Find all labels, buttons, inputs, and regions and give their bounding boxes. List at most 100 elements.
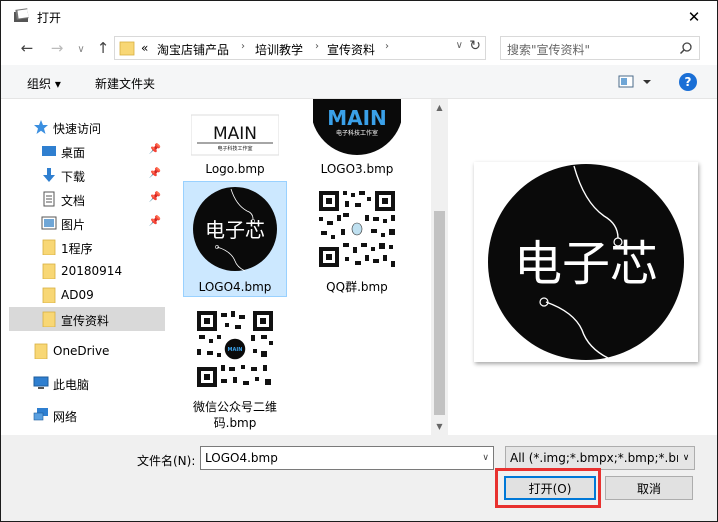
filename-value[interactable]: LOGO4.bmp — [205, 451, 278, 465]
desktop-icon — [42, 146, 56, 156]
file-name: QQ群.bmp — [326, 280, 388, 294]
sidebar-item-label: 网络 — [53, 410, 78, 424]
chevron-right-icon[interactable]: › — [241, 41, 245, 52]
title-bar: 打开 ✕ — [1, 1, 717, 32]
folder-icon — [42, 263, 56, 279]
preview-text: 电子芯 — [514, 236, 658, 292]
search-placeholder: 搜索"宣传资料" — [507, 43, 591, 57]
chevron-down-icon[interactable]: ∨ — [482, 453, 489, 463]
up-button[interactable]: ↑ — [93, 38, 113, 58]
sidebar-item-label: 1程序 — [61, 242, 93, 256]
preview-image: 电子芯 — [474, 162, 698, 362]
arrow-up-icon: ↑ — [96, 39, 110, 57]
close-icon: ✕ — [687, 7, 701, 26]
sidebar-item-this-pc[interactable]: 此电脑 — [9, 371, 165, 395]
scroll-up-icon[interactable]: ▲ — [431, 99, 448, 116]
thumbnail-image: MAIN 电子科技工作室 — [191, 114, 279, 156]
file-item[interactable]: MAIN 电子科技工作室 Logo.bmp — [183, 99, 287, 179]
folder-icon — [34, 343, 48, 359]
sidebar-item-label: AD09 — [61, 288, 94, 302]
filename-field[interactable]: LOGO4.bmp ∨ — [200, 446, 494, 470]
file-item-selected[interactable]: 电子芯 LOGO4.bmp — [183, 181, 287, 297]
sidebar-item-pictures[interactable]: 图片 📌 — [9, 211, 165, 235]
scrollbar-thumb[interactable] — [434, 211, 445, 415]
sidebar-item-quick-access[interactable]: 快速访问 — [9, 115, 165, 139]
thumbnail-text: MAIN — [228, 347, 243, 353]
pin-icon[interactable]: 📌 — [149, 144, 161, 155]
help-icon: ? — [684, 75, 692, 89]
cancel-button[interactable]: 取消 — [605, 476, 693, 500]
help-button[interactable]: ? — [679, 73, 697, 91]
sidebar-item-label: 此电脑 — [53, 378, 90, 392]
sidebar-item-label: 快速访问 — [53, 122, 102, 136]
back-button[interactable]: ← — [17, 38, 37, 58]
new-folder-button[interactable]: 新建文件夹 — [95, 75, 155, 92]
filename-label: 文件名(N): — [137, 454, 196, 468]
folder-icon — [42, 239, 56, 255]
bottom-panel: 文件名(N): LOGO4.bmp ∨ All (*.img;*.bmpx;*.… — [1, 435, 717, 521]
file-list: MAIN 电子科技工作室 Logo.bmp MAIN 电子科技工作室 LOGO3… — [165, 99, 431, 435]
breadcrumb-item[interactable]: 淘宝店铺产品 — [157, 41, 229, 58]
chevron-right-icon[interactable]: › — [315, 41, 319, 52]
command-bar: 组织 ▾ 新建文件夹 ? — [1, 65, 717, 99]
file-item[interactable]: MAIN 微信公众号二维码.bmp — [183, 301, 287, 435]
sidebar-item-label: 宣传资料 — [61, 314, 110, 328]
address-bar[interactable]: « 淘宝店铺产品 › 培训教学 › 宣传资料 › ∨ ↻ — [114, 36, 486, 60]
thumbnail-text: 电子科技工作室 — [217, 145, 252, 152]
pin-icon[interactable]: 📌 — [149, 216, 161, 227]
qr-code-icon: MAIN — [191, 305, 279, 393]
pin-icon[interactable]: 📌 — [149, 192, 161, 203]
folder-icon — [42, 311, 56, 327]
sidebar-item-folder[interactable]: 1程序 — [9, 235, 165, 259]
pin-icon[interactable]: 📌 — [149, 168, 161, 179]
network-icon — [33, 408, 48, 421]
sidebar-item-label: 下载 — [61, 170, 86, 184]
chevron-down-icon: ∨ — [77, 43, 85, 55]
thumbnail-image: MAIN 电子科技工作室 — [313, 99, 401, 155]
app-icon — [14, 8, 29, 22]
recent-locations-button[interactable]: ∨ — [71, 39, 91, 59]
sidebar-item-desktop[interactable]: 桌面 📌 — [9, 139, 165, 163]
refresh-icon[interactable]: ↻ — [469, 38, 481, 54]
folder-icon — [42, 287, 56, 303]
sidebar-item-folder[interactable]: AD09 — [9, 283, 165, 307]
search-input[interactable]: 搜索"宣传资料" — [500, 36, 700, 60]
breadcrumb-item[interactable]: 培训教学 — [255, 41, 303, 58]
file-name: LOGO3.bmp — [320, 162, 394, 176]
search-icon[interactable] — [679, 41, 693, 55]
chevron-down-icon[interactable]: ∨ — [678, 447, 694, 469]
sidebar-item-network[interactable]: 网络 — [9, 403, 165, 427]
address-dropdown-icon[interactable]: ∨ — [456, 40, 463, 51]
file-type-select[interactable]: All (*.img;*.bmpx;*.bmp;*.bm ∨ — [505, 446, 695, 470]
star-icon — [34, 120, 48, 134]
document-icon — [43, 191, 55, 207]
vertical-scrollbar[interactable]: ▲ ▼ — [431, 99, 448, 435]
breadcrumb-item[interactable]: 宣传资料 — [327, 41, 375, 58]
thumbnail-image: 电子芯 — [193, 187, 277, 272]
window-title: 打开 — [37, 11, 62, 25]
open-button[interactable]: 打开(O) — [504, 476, 596, 500]
forward-button[interactable]: → — [47, 38, 67, 58]
sidebar-item-label: 桌面 — [61, 146, 86, 160]
file-item[interactable]: QQ群.bmp — [305, 181, 409, 297]
sidebar-item-label: 文档 — [61, 194, 86, 208]
sidebar-item-label: OneDrive — [53, 344, 110, 358]
breadcrumb-prefix[interactable]: « — [141, 41, 148, 55]
navigation-bar: ← → ∨ ↑ « 淘宝店铺产品 › 培训教学 › 宣传资料 › ∨ ↻ 搜索"… — [1, 32, 717, 64]
sidebar-item-folder[interactable]: 20180914 — [9, 259, 165, 283]
sidebar-item-onedrive[interactable]: OneDrive — [9, 339, 165, 363]
close-button[interactable]: ✕ — [671, 1, 717, 32]
organize-button[interactable]: 组织 ▾ — [27, 75, 61, 92]
sidebar-item-label: 图片 — [61, 218, 86, 232]
view-options-icon[interactable] — [617, 74, 653, 90]
scroll-down-icon[interactable]: ▼ — [431, 418, 448, 435]
file-item[interactable]: MAIN 电子科技工作室 LOGO3.bmp — [305, 99, 409, 179]
chevron-right-icon[interactable]: › — [385, 41, 389, 52]
folder-icon — [119, 41, 135, 56]
sidebar-item-documents[interactable]: 文档 📌 — [9, 187, 165, 211]
download-icon — [43, 168, 55, 182]
sidebar-item-downloads[interactable]: 下载 📌 — [9, 163, 165, 187]
sidebar-item-folder-selected[interactable]: 宣传资料 — [9, 307, 165, 331]
sidebar-item-label: 20180914 — [61, 264, 123, 278]
thumbnail-text: MAIN — [213, 124, 257, 144]
